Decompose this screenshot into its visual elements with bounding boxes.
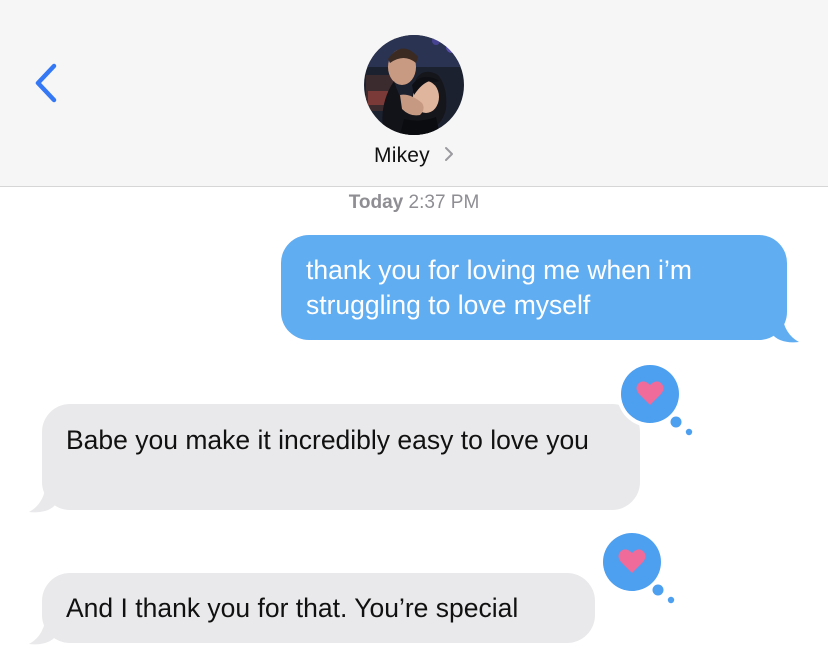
message-text: Babe you make it incredibly easy to love… [66, 425, 589, 455]
heart-reaction-badge[interactable] [594, 528, 680, 608]
chevron-right-icon [444, 144, 454, 168]
message-text: And I thank you for that. You’re special [66, 593, 519, 623]
back-button[interactable] [28, 58, 68, 108]
message-text: thank you for loving me when i’m struggl… [306, 255, 692, 320]
avatar-photo [364, 35, 464, 135]
contact-avatar[interactable] [364, 35, 464, 135]
sent-message-bubble[interactable]: thank you for loving me when i’m struggl… [281, 235, 787, 340]
contact-name-button[interactable]: Mikey [0, 144, 828, 168]
timestamp-day: Today [348, 192, 404, 213]
timestamp-time: 2:37 PM [408, 192, 480, 213]
heart-reaction-badge[interactable] [612, 360, 698, 440]
contact-name: Mikey [374, 144, 430, 167]
received-message-bubble[interactable]: Babe you make it incredibly easy to love… [42, 404, 640, 510]
conversation-header: Mikey [0, 0, 828, 187]
received-message-bubble[interactable]: And I thank you for that. You’re special [42, 573, 595, 643]
message-timestamp: Today 2:37 PM [0, 192, 828, 214]
chevron-left-icon [35, 63, 57, 103]
